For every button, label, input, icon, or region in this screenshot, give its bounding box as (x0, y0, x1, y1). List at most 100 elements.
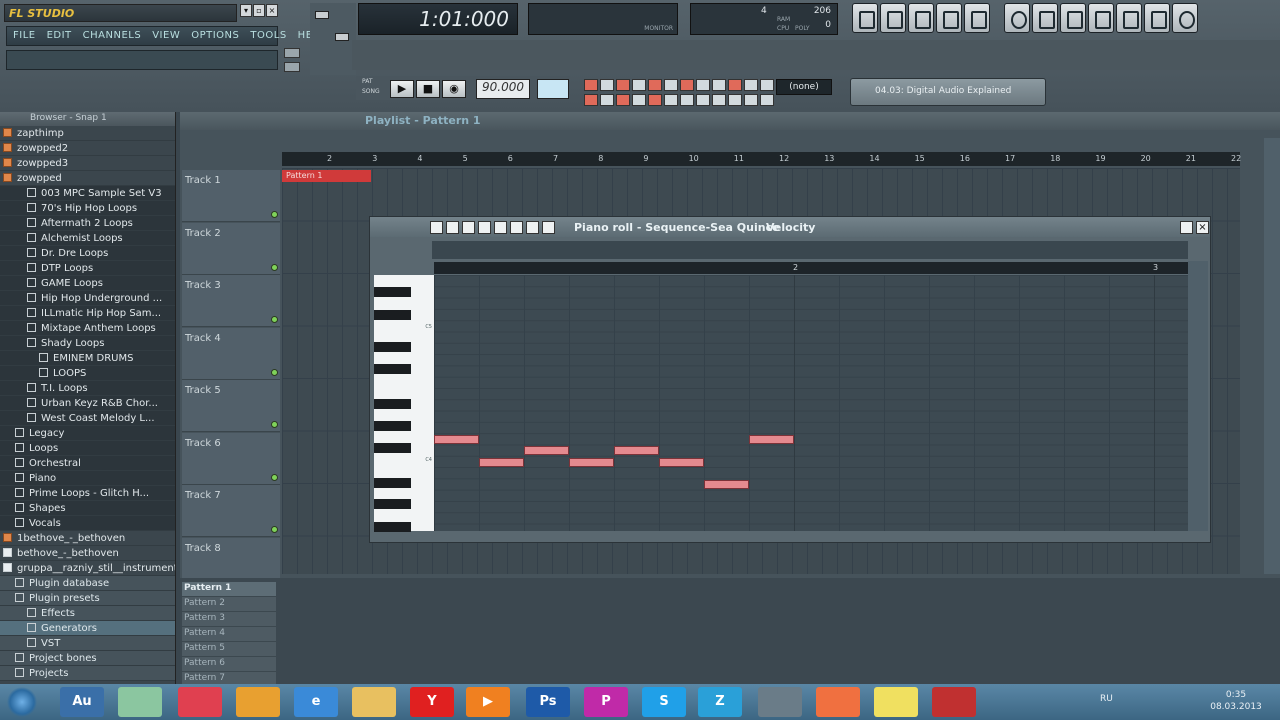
pattern-row[interactable]: Pattern 3 (182, 612, 276, 627)
close-icon[interactable]: × (1196, 221, 1209, 234)
browser-item[interactable]: Shapes (0, 501, 175, 516)
browser-item[interactable]: Shady Loops (0, 336, 175, 351)
option-button[interactable] (632, 79, 646, 91)
track-mute-led[interactable] (271, 263, 278, 271)
track-header[interactable]: Track 2 (182, 222, 280, 275)
option-button[interactable] (664, 94, 678, 106)
black-key[interactable] (374, 399, 411, 409)
browser-item[interactable]: Urban Keyz R&B Chor... (0, 396, 175, 411)
menu-options[interactable]: OPTIONS (191, 30, 239, 42)
browser-item[interactable]: 003 MPC Sample Set V3 (0, 186, 175, 201)
option-button[interactable] (696, 79, 710, 91)
piano-roll-grid[interactable] (434, 275, 1188, 531)
browser-item[interactable]: Plugin database (0, 576, 175, 591)
track-mute-led[interactable] (271, 211, 278, 218)
menu-channels[interactable]: CHANNELS (83, 30, 142, 42)
option-button[interactable] (616, 94, 630, 106)
midi-note[interactable] (569, 457, 614, 467)
tempo-display[interactable]: 90.000 (476, 79, 530, 99)
track-mute-led[interactable] (271, 316, 278, 323)
photoshop-app-icon[interactable]: Ps (526, 687, 570, 717)
system-clock[interactable]: 0:35 08.03.2013 (1196, 686, 1276, 718)
black-key[interactable] (374, 310, 411, 320)
black-key[interactable] (374, 364, 411, 374)
paint-tool-icon[interactable] (446, 221, 459, 234)
document-icon[interactable] (1144, 3, 1170, 33)
cut-icon[interactable] (1088, 3, 1114, 33)
track-mute-led[interactable] (271, 526, 278, 533)
browser-item[interactable]: Mixtape Anthem Loops (0, 321, 175, 336)
playlist-scrollbar[interactable] (1264, 138, 1280, 574)
song-mode-label[interactable]: SONG (362, 88, 380, 95)
language-indicator[interactable]: RU (1100, 694, 1113, 704)
piano-roll-scroll-top[interactable] (432, 241, 1188, 259)
arrow-app-icon[interactable] (178, 687, 222, 717)
option-button[interactable] (728, 94, 742, 106)
browser-item[interactable]: LOOPS (0, 366, 175, 381)
undo-icon[interactable] (1004, 3, 1030, 33)
piano-roll-scrollbar[interactable] (1188, 261, 1208, 531)
close-icon[interactable]: × (266, 4, 278, 17)
yandex-app-icon[interactable]: Y (410, 687, 454, 717)
mute-tool-icon[interactable] (478, 221, 491, 234)
track-mute-led[interactable] (271, 421, 278, 428)
option-button[interactable] (712, 79, 726, 91)
pattern-row[interactable]: Pattern 4 (182, 627, 276, 642)
browser-item[interactable]: GAME Loops (0, 276, 175, 291)
p-app-icon[interactable]: P (584, 687, 628, 717)
browser-view-icon[interactable] (936, 3, 962, 33)
browser-item[interactable]: Prime Loops - Glitch H... (0, 486, 175, 501)
black-key[interactable] (374, 287, 411, 297)
track-header[interactable]: Track 4 (182, 327, 280, 380)
menu-view[interactable]: VIEW (152, 30, 180, 42)
step-sequencer-icon[interactable] (880, 3, 906, 33)
browser-item[interactable]: Project bones (0, 651, 175, 666)
slice-tool-icon[interactable] (494, 221, 507, 234)
midi-note[interactable] (479, 457, 524, 467)
browser-item[interactable]: Plugin presets (0, 591, 175, 606)
small-toggle[interactable] (284, 48, 300, 58)
browser-item[interactable]: Vocals (0, 516, 175, 531)
controller-app-icon[interactable] (758, 687, 802, 717)
browser-item[interactable]: zapthimp (0, 126, 175, 141)
playlist-view-icon[interactable] (852, 3, 878, 33)
browser-item[interactable]: Aftermath 2 Loops (0, 216, 175, 231)
option-button[interactable] (744, 94, 758, 106)
browser-item[interactable]: Loops (0, 441, 175, 456)
option-button[interactable] (664, 79, 678, 91)
browser-item[interactable]: Piano (0, 471, 175, 486)
record-button[interactable]: ◉ (442, 80, 466, 98)
midi-note[interactable] (434, 435, 479, 444)
option-button[interactable] (616, 79, 630, 91)
midi-note[interactable] (524, 446, 569, 456)
draw-tool-icon[interactable] (430, 221, 443, 234)
minimize-icon[interactable]: ▾ (240, 4, 252, 17)
delete-tool-icon[interactable] (462, 221, 475, 234)
mixer-view-icon[interactable] (964, 3, 990, 33)
browser-item[interactable]: Alchemist Loops (0, 231, 175, 246)
option-button[interactable] (712, 94, 726, 106)
option-button[interactable] (584, 94, 598, 106)
option-button[interactable] (696, 94, 710, 106)
tool-app-icon[interactable] (932, 687, 976, 717)
help-icon[interactable] (1172, 3, 1198, 33)
playlist-ruler[interactable]: 2 3 4 5 6 7 8 9 10 11 12 13 14 15 16 17 18 19 20 21 22 (282, 152, 1241, 166)
fl-studio-app-icon[interactable] (236, 687, 280, 717)
browser-item[interactable]: ILLmatic Hip Hop Sam... (0, 306, 175, 321)
zoom-tool-icon[interactable] (526, 221, 539, 234)
black-key[interactable] (374, 522, 411, 532)
small-toggle-2[interactable] (284, 62, 300, 72)
pattern-row[interactable]: Pattern 1 (182, 582, 276, 597)
stop-button[interactable]: ■ (416, 80, 440, 98)
maximize-icon[interactable] (1180, 221, 1193, 234)
black-key[interactable] (374, 421, 411, 431)
notes-app-icon[interactable] (874, 687, 918, 717)
option-button[interactable] (680, 94, 694, 106)
select-tool-icon[interactable] (510, 221, 523, 234)
browser-item[interactable]: zowpped3 (0, 156, 175, 171)
browser-item[interactable]: Projects (0, 666, 175, 681)
pat-mode-label[interactable]: PAT (362, 78, 373, 85)
piano-keyboard[interactable]: C5 C4 (374, 275, 434, 532)
restore-icon[interactable]: ▫ (253, 4, 265, 17)
black-key[interactable] (374, 342, 411, 352)
